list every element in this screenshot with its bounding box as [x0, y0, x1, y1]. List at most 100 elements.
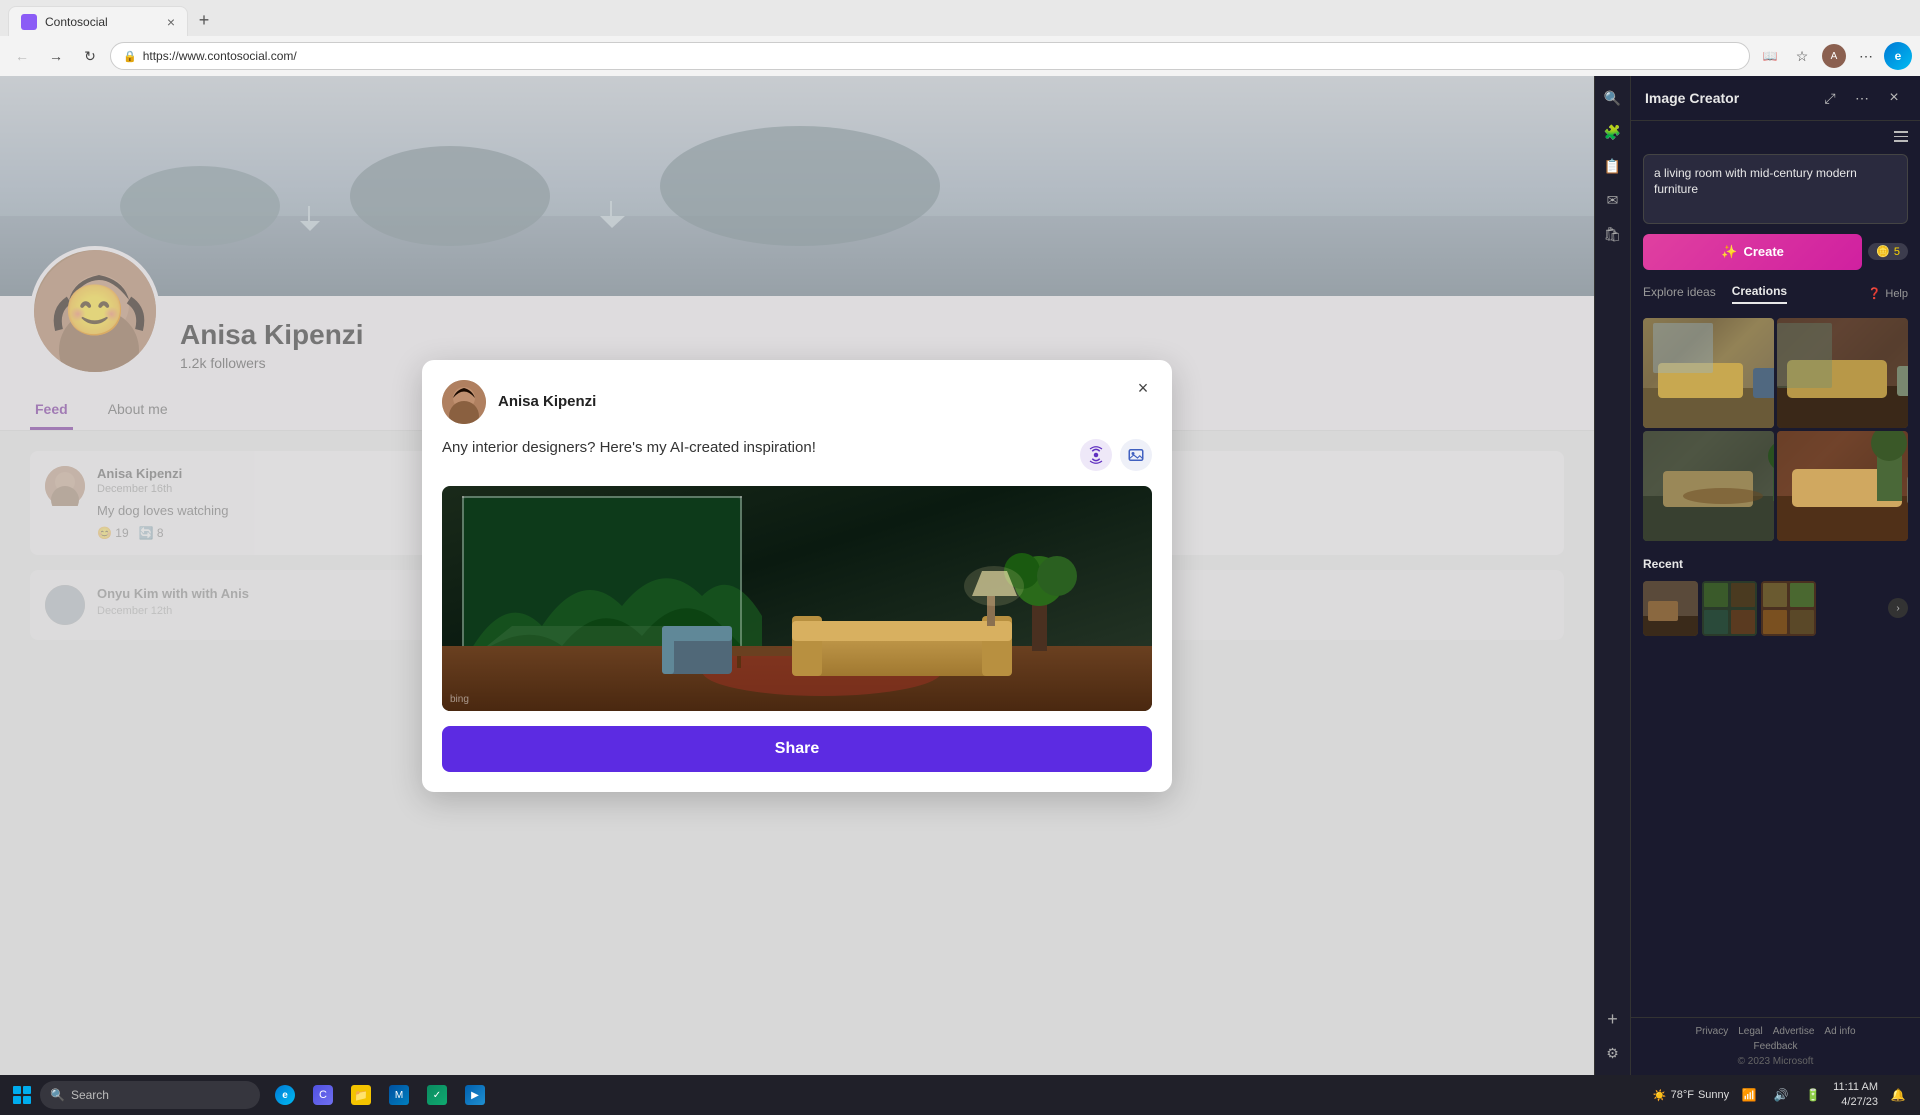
modal-overlay: Anisa Kipenzi Any interior designers? He… [0, 76, 1594, 1075]
ad-info-link[interactable]: Ad info [1824, 1026, 1855, 1037]
recent-nav-button[interactable]: › [1888, 598, 1908, 618]
date-display: 4/27/23 [1833, 1095, 1878, 1110]
edge-shopping-icon[interactable]: 🛍 [1599, 220, 1627, 248]
help-label: Help [1885, 288, 1908, 300]
account-button[interactable]: A [1820, 42, 1848, 70]
edge-mail-icon[interactable]: ✉ [1599, 186, 1627, 214]
grid-image-3[interactable] [1643, 431, 1774, 541]
boost-count: 5 [1894, 246, 1900, 258]
tab-close-button[interactable]: × [167, 14, 175, 30]
modal-header: Anisa Kipenzi [442, 380, 1152, 424]
advertise-link[interactable]: Advertise [1773, 1026, 1815, 1037]
panel-footer: Privacy Legal Advertise Ad info Feedback… [1631, 1017, 1920, 1075]
recent-item-1[interactable] [1643, 581, 1698, 636]
network-icon[interactable]: 📶 [1735, 1081, 1763, 1109]
share-button[interactable]: Share [442, 726, 1152, 772]
edge-search-icon[interactable]: 🔍 [1599, 84, 1627, 112]
ssl-lock-icon: 🔒 [123, 50, 137, 63]
hamburger-menu[interactable] [1894, 131, 1908, 142]
tab-favicon [21, 14, 37, 30]
address-bar[interactable]: 🔒 https://www.contosocial.com/ [110, 42, 1750, 70]
time-display: 11:11 AM [1833, 1080, 1878, 1095]
read-mode-button[interactable]: 📖 [1756, 42, 1784, 70]
edge-settings-icon[interactable]: ⚙ [1599, 1039, 1627, 1067]
feedback-link[interactable]: Feedback [1754, 1041, 1798, 1052]
grid-image-2[interactable] [1777, 318, 1908, 428]
taskbar-store-app[interactable]: M [382, 1078, 416, 1112]
social-page: Anisa Kipenzi 1.2k followers Feed About … [0, 76, 1594, 1075]
taskbar-edge-app2[interactable]: ✓ [420, 1078, 454, 1112]
notification-button[interactable]: 🔔 [1884, 1081, 1912, 1109]
footer-links-row: Privacy Legal Advertise Ad info [1643, 1026, 1908, 1037]
modal-user-name: Anisa Kipenzi [498, 393, 596, 410]
edge-extensions-icon[interactable]: 🧩 [1599, 118, 1627, 146]
edge-logo: e [1884, 42, 1912, 70]
create-icon: ✨ [1721, 244, 1737, 260]
create-button[interactable]: ✨ Create [1643, 234, 1862, 270]
taskbar-copilot-app[interactable]: C [306, 1078, 340, 1112]
start-button[interactable] [8, 1081, 36, 1109]
modal-post-text: Any interior designers? Here's my AI-cre… [442, 439, 1080, 456]
panel-close-button[interactable]: × [1882, 86, 1906, 110]
edge-feed-icon[interactable]: 📋 [1599, 152, 1627, 180]
forward-button[interactable]: → [42, 42, 70, 70]
privacy-link[interactable]: Privacy [1695, 1026, 1728, 1037]
new-tab-button[interactable]: + [190, 6, 218, 34]
url-text: https://www.contosocial.com/ [143, 49, 297, 63]
taskbar-right: ☀️ 78°F Sunny 📶 🔊 🔋 11:11 AM 4/27/23 🔔 [1653, 1080, 1912, 1111]
weather-temp: 78°F [1671, 1089, 1694, 1101]
modal-dialog: Anisa Kipenzi Any interior designers? He… [422, 360, 1172, 792]
back-button[interactable]: ← [8, 42, 36, 70]
favorites-button[interactable]: ☆ [1788, 42, 1816, 70]
prompt-text: a living room with mid-century modern fu… [1654, 165, 1897, 199]
prompt-area[interactable]: a living room with mid-century modern fu… [1643, 154, 1908, 224]
battery-icon[interactable]: 🔋 [1799, 1081, 1827, 1109]
create-row: ✨ Create 🪙 5 [1643, 234, 1908, 270]
boost-badge: 🪙 5 [1868, 243, 1908, 260]
panel-popout-button[interactable]: ⤢ [1818, 86, 1842, 110]
extensions-button[interactable]: ⋯ [1852, 42, 1880, 70]
recent-item-3[interactable] [1761, 581, 1816, 636]
help-button[interactable]: ❓ Help [1868, 287, 1908, 300]
taskbar-weather: ☀️ 78°F Sunny [1653, 1089, 1729, 1102]
recent-section-label: Recent [1643, 557, 1908, 571]
modal-close-button[interactable]: × [1129, 375, 1157, 403]
edge-sidebar-strip: 🔍 🧩 📋 ✉ 🛍 + ⚙ [1594, 76, 1630, 1075]
taskbar-search-icon: 🔍 [50, 1088, 65, 1102]
taskbar-time[interactable]: 11:11 AM 4/27/23 [1833, 1080, 1878, 1111]
taskbar-media-app[interactable]: ▶ [458, 1078, 492, 1112]
tab-explore[interactable]: Explore ideas [1643, 285, 1716, 303]
taskbar-search-bar[interactable]: 🔍 Search [40, 1081, 260, 1109]
modal-interior-image: bing [442, 486, 1152, 711]
grid-image-4[interactable] [1777, 431, 1908, 541]
recent-row: › [1643, 581, 1908, 636]
weather-condition: Sunny [1698, 1089, 1729, 1101]
footer-copyright: © 2023 Microsoft [1643, 1056, 1908, 1067]
weather-icon: ☀️ [1653, 1089, 1667, 1102]
create-label: Create [1743, 244, 1783, 259]
modal-post-icons [1080, 439, 1152, 471]
boost-coin-icon: 🪙 [1876, 245, 1890, 258]
profile-circle: A [1822, 44, 1846, 68]
help-circle-icon: ❓ [1868, 287, 1882, 300]
grid-image-1[interactable] [1643, 318, 1774, 428]
taskbar-sys-icons: 📶 🔊 🔋 [1735, 1081, 1827, 1109]
footer-feedback-row: Feedback [1643, 1041, 1908, 1052]
panel-content: a living room with mid-century modern fu… [1631, 121, 1920, 1017]
image-icon[interactable] [1120, 439, 1152, 471]
legal-link[interactable]: Legal [1738, 1026, 1762, 1037]
edge-add-icon[interactable]: + [1599, 1005, 1627, 1033]
panel-header: Image Creator ⤢ ⋯ × [1631, 76, 1920, 121]
taskbar-apps: e C 📁 M ✓ ▶ [268, 1078, 492, 1112]
taskbar-explorer-app[interactable]: 📁 [344, 1078, 378, 1112]
panel-more-button[interactable]: ⋯ [1850, 86, 1874, 110]
taskbar-edge-app[interactable]: e [268, 1078, 302, 1112]
panel-title: Image Creator [1645, 90, 1810, 106]
taskbar: 🔍 Search e C 📁 M ✓ ▶ ☀️ 78°F Sunny 📶 � [0, 1075, 1920, 1115]
broadcast-icon[interactable] [1080, 439, 1112, 471]
recent-item-2[interactable] [1702, 581, 1757, 636]
tab-creations[interactable]: Creations [1732, 284, 1787, 304]
browser-tab-contosocial[interactable]: Contosocial × [8, 6, 188, 36]
volume-icon[interactable]: 🔊 [1767, 1081, 1795, 1109]
refresh-button[interactable]: ↻ [76, 42, 104, 70]
